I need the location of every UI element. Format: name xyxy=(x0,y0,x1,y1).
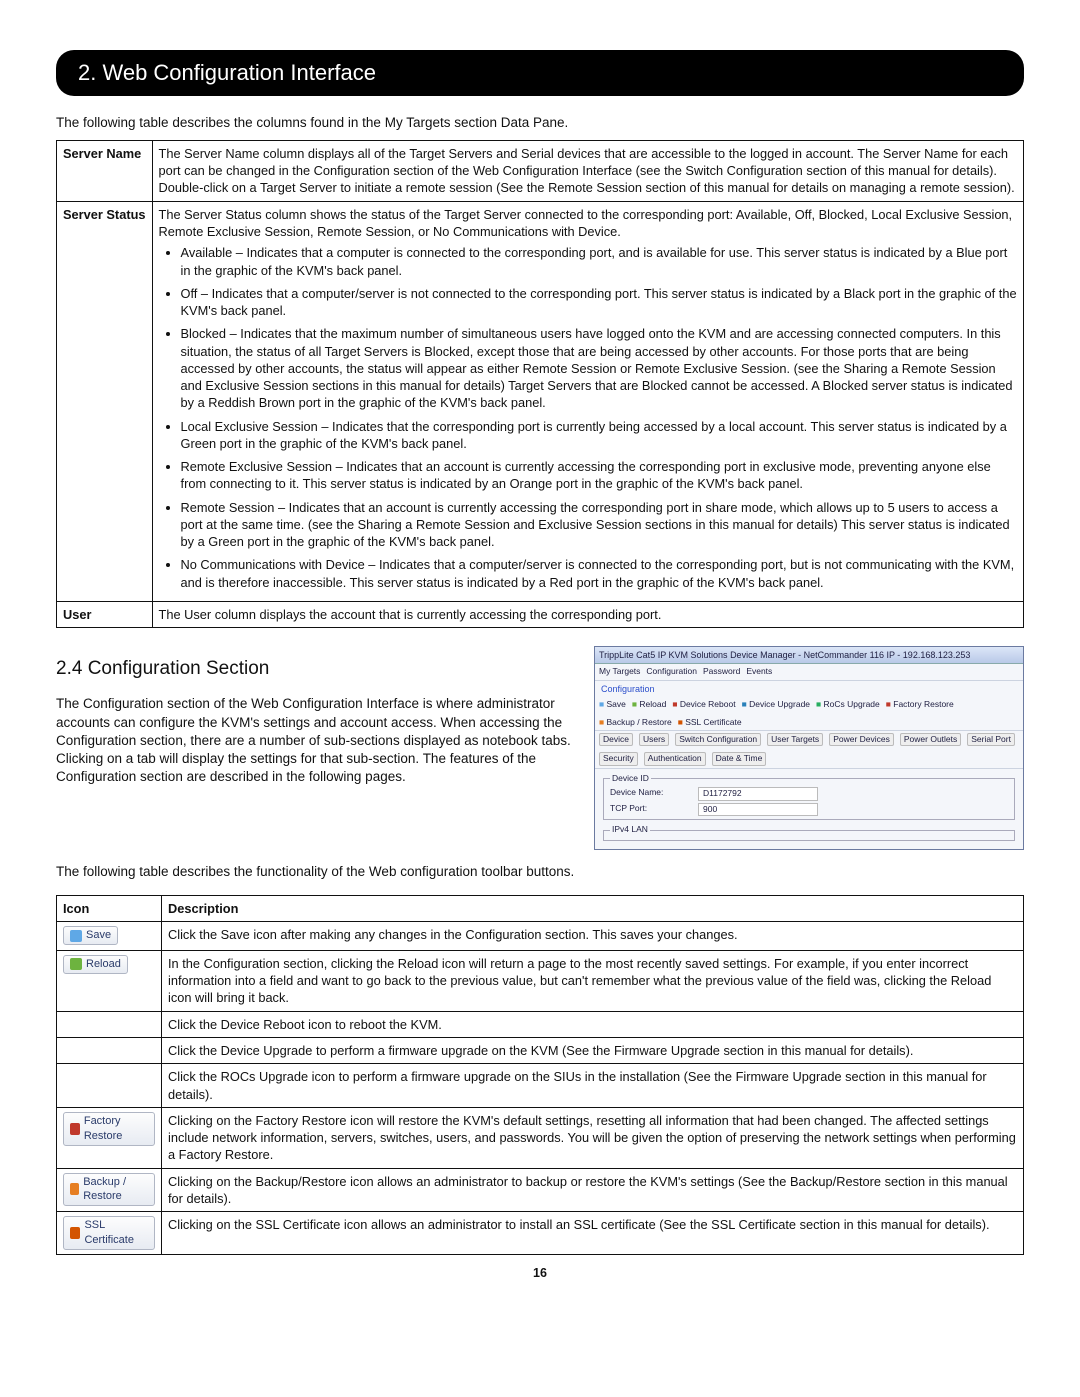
fieldset-ipv4-lan: IPv4 LAN xyxy=(610,824,650,835)
toolbar-factory-restore[interactable]: Factory Restore xyxy=(886,699,954,710)
subtab-date-time[interactable]: Date & Time xyxy=(712,752,767,765)
desc-backup-restore: Clicking on the Backup/Restore icon allo… xyxy=(162,1168,1024,1212)
status-remote-session: Remote Session – Indicates that an accou… xyxy=(181,499,1017,551)
intro-text: The following table describes the column… xyxy=(56,114,1024,132)
subtab-switch-config[interactable]: Switch Configuration xyxy=(675,733,761,746)
backup-restore-icon xyxy=(70,1183,79,1195)
subtab-power-outlets[interactable]: Power Outlets xyxy=(900,733,961,746)
toolbar: Save Reload Device Reboot Device Upgrade… xyxy=(595,697,1023,731)
sub-tabs: Device Users Switch Configuration User T… xyxy=(595,731,1023,769)
fieldset-device-id: Device ID xyxy=(610,773,651,784)
desc-device-reboot: Click the Device Reboot icon to reboot t… xyxy=(162,1011,1024,1037)
configuration-screenshot: TrippLite Cat5 IP KVM Solutions Device M… xyxy=(594,646,1024,850)
status-lead: The Server Status column shows the statu… xyxy=(159,206,1017,241)
subtab-device[interactable]: Device xyxy=(599,733,633,746)
icon-save-button[interactable]: Save xyxy=(63,926,118,945)
data-pane-columns-table: Server Name The Server Name column displ… xyxy=(56,140,1024,628)
section-2-4-heading: 2.4 Configuration Section xyxy=(56,656,574,682)
icon-reload-button[interactable]: Reload xyxy=(63,955,128,974)
toolbar-ssl-certificate[interactable]: SSL Certificate xyxy=(678,717,742,728)
subtab-power-devices[interactable]: Power Devices xyxy=(829,733,894,746)
toolbar-intro: The following table describes the functi… xyxy=(56,863,1024,881)
tab-password[interactable]: Password xyxy=(703,666,740,677)
toolbar-rocs-upgrade[interactable]: RoCs Upgrade xyxy=(816,699,880,710)
toolbar-device-upgrade[interactable]: Device Upgrade xyxy=(742,699,810,710)
label-tcp-port: TCP Port: xyxy=(610,803,690,816)
window-title: TrippLite Cat5 IP KVM Solutions Device M… xyxy=(595,647,1023,664)
th-icon: Icon xyxy=(57,896,162,922)
desc-ssl-certificate: Clicking on the SSL Certificate icon all… xyxy=(162,1212,1024,1255)
top-tabs: My Targets Configuration Password Events xyxy=(595,664,1023,680)
toolbar-reload[interactable]: Reload xyxy=(632,699,666,710)
toolbar-device-reboot[interactable]: Device Reboot xyxy=(672,699,735,710)
icon-rocs-upgrade-cell xyxy=(57,1064,162,1108)
col-user-h: User xyxy=(57,602,153,628)
subtab-security[interactable]: Security xyxy=(599,752,638,765)
input-tcp-port[interactable]: 900 xyxy=(698,803,818,816)
icon-backup-restore-button[interactable]: Backup / Restore xyxy=(63,1173,155,1207)
col-server-status-desc: The Server Status column shows the statu… xyxy=(152,201,1023,601)
section-header: 2. Web Configuration Interface xyxy=(56,50,1024,96)
desc-factory-restore: Clicking on the Factory Restore icon wil… xyxy=(162,1107,1024,1168)
configuration-label: Configuration xyxy=(595,681,1023,697)
subtab-users[interactable]: Users xyxy=(639,733,669,746)
desc-reload: In the Configuration section, clicking t… xyxy=(162,950,1024,1011)
status-available: Available – Indicates that a computer is… xyxy=(181,244,1017,279)
desc-rocs-upgrade: Click the ROCs Upgrade icon to perform a… xyxy=(162,1064,1024,1108)
reload-icon xyxy=(70,958,82,970)
desc-device-upgrade: Click the Device Upgrade to perform a fi… xyxy=(162,1038,1024,1064)
status-remote-exclusive: Remote Exclusive Session – Indicates tha… xyxy=(181,458,1017,493)
status-off: Off – Indicates that a computer/server i… xyxy=(181,285,1017,320)
save-icon xyxy=(70,930,82,942)
col-server-name-desc: The Server Name column displays all of t… xyxy=(152,140,1023,201)
section-2-4-body: The Configuration section of the Web Con… xyxy=(56,695,574,786)
desc-save: Click the Save icon after making any cha… xyxy=(162,922,1024,951)
th-description: Description xyxy=(162,896,1024,922)
status-blocked: Blocked – Indicates that the maximum num… xyxy=(181,325,1017,411)
status-no-comm: No Communications with Device – Indicate… xyxy=(181,556,1017,591)
input-device-name[interactable]: D1172792 xyxy=(698,787,818,800)
status-list: Available – Indicates that a computer is… xyxy=(159,244,1017,591)
icon-factory-restore-button[interactable]: Factory Restore xyxy=(63,1112,155,1146)
col-server-status-h: Server Status xyxy=(57,201,153,601)
toolbar-save[interactable]: Save xyxy=(599,699,626,710)
subtab-authentication[interactable]: Authentication xyxy=(644,752,706,765)
factory-restore-icon xyxy=(70,1123,80,1135)
icon-device-reboot-cell xyxy=(57,1011,162,1037)
icon-ssl-certificate-button[interactable]: SSL Certificate xyxy=(63,1216,155,1250)
col-server-name-h: Server Name xyxy=(57,140,153,201)
tab-configuration[interactable]: Configuration xyxy=(646,666,697,677)
toolbar-backup-restore[interactable]: Backup / Restore xyxy=(599,717,672,728)
status-local-exclusive: Local Exclusive Session – Indicates that… xyxy=(181,418,1017,453)
device-form: Device ID Device Name: D1172792 TCP Port… xyxy=(595,769,1023,849)
tab-events[interactable]: Events xyxy=(746,666,772,677)
subtab-serial-port[interactable]: Serial Port xyxy=(967,733,1015,746)
page-number: 16 xyxy=(56,1265,1024,1282)
icon-device-upgrade-cell xyxy=(57,1038,162,1064)
toolbar-icons-table: Icon Description Save Click the Save ico… xyxy=(56,895,1024,1255)
ssl-certificate-icon xyxy=(70,1227,80,1239)
col-user-desc: The User column displays the account tha… xyxy=(152,602,1023,628)
label-device-name: Device Name: xyxy=(610,787,690,800)
tab-my-targets[interactable]: My Targets xyxy=(599,666,640,677)
subtab-user-targets[interactable]: User Targets xyxy=(767,733,823,746)
